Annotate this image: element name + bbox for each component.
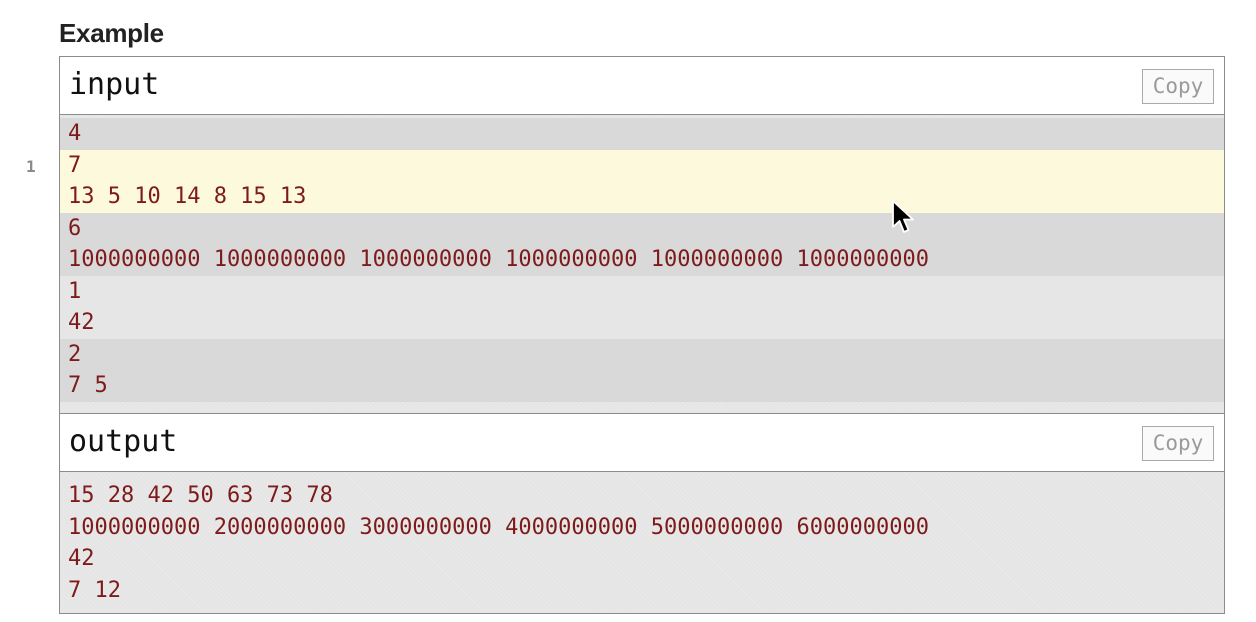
input-line: 1000000000 1000000000 1000000000 1000000…: [68, 247, 929, 272]
input-test-group-highlighted: 7 13 5 10 14 8 15 13: [60, 149, 1224, 213]
input-line: 6: [68, 215, 82, 241]
highlight-line-number: 1: [26, 157, 36, 176]
output-body: 15 28 42 50 63 73 78 1000000000 20000000…: [60, 472, 1224, 613]
input-body: 4 7 13 5 10 14 8 15 13 6 1000000000 1000…: [60, 115, 1224, 413]
input-test-group: 4: [60, 118, 1224, 150]
input-line: 13 5 10 14 8 15 13: [68, 184, 307, 209]
copy-input-button[interactable]: Copy: [1142, 69, 1214, 104]
input-test-group: 1 42: [60, 275, 1224, 339]
mouse-pointer-icon: [892, 200, 914, 233]
input-test-group: 6 1000000000 1000000000 1000000000 10000…: [60, 212, 1224, 276]
input-line: 42: [68, 310, 95, 335]
input-test-group: 2 7 5: [60, 338, 1224, 402]
input-box: input Copy 4 7 13 5 10 14 8 15 13 6 1000…: [59, 56, 1225, 414]
output-line: 15 28 42 50 63 73 78: [68, 483, 333, 508]
input-line: 2: [68, 341, 82, 367]
input-line: 7: [68, 152, 82, 178]
copy-output-button[interactable]: Copy: [1142, 426, 1214, 461]
output-line: 1000000000 2000000000 3000000000 4000000…: [68, 514, 929, 540]
output-lines: 15 28 42 50 63 73 78 1000000000 20000000…: [60, 480, 1224, 606]
input-line: 4: [68, 121, 82, 146]
output-title: output: [69, 424, 178, 459]
output-line: 42: [68, 546, 95, 571]
input-title: input: [69, 67, 160, 102]
input-line: 1: [68, 278, 82, 304]
output-header: output Copy: [60, 414, 1224, 472]
output-line: 7 12: [68, 577, 121, 603]
section-title: Example: [59, 18, 164, 48]
output-box: output Copy 15 28 42 50 63 73 78 1000000…: [59, 414, 1225, 614]
input-header: input Copy: [60, 57, 1224, 115]
input-line: 7 5: [68, 373, 108, 398]
